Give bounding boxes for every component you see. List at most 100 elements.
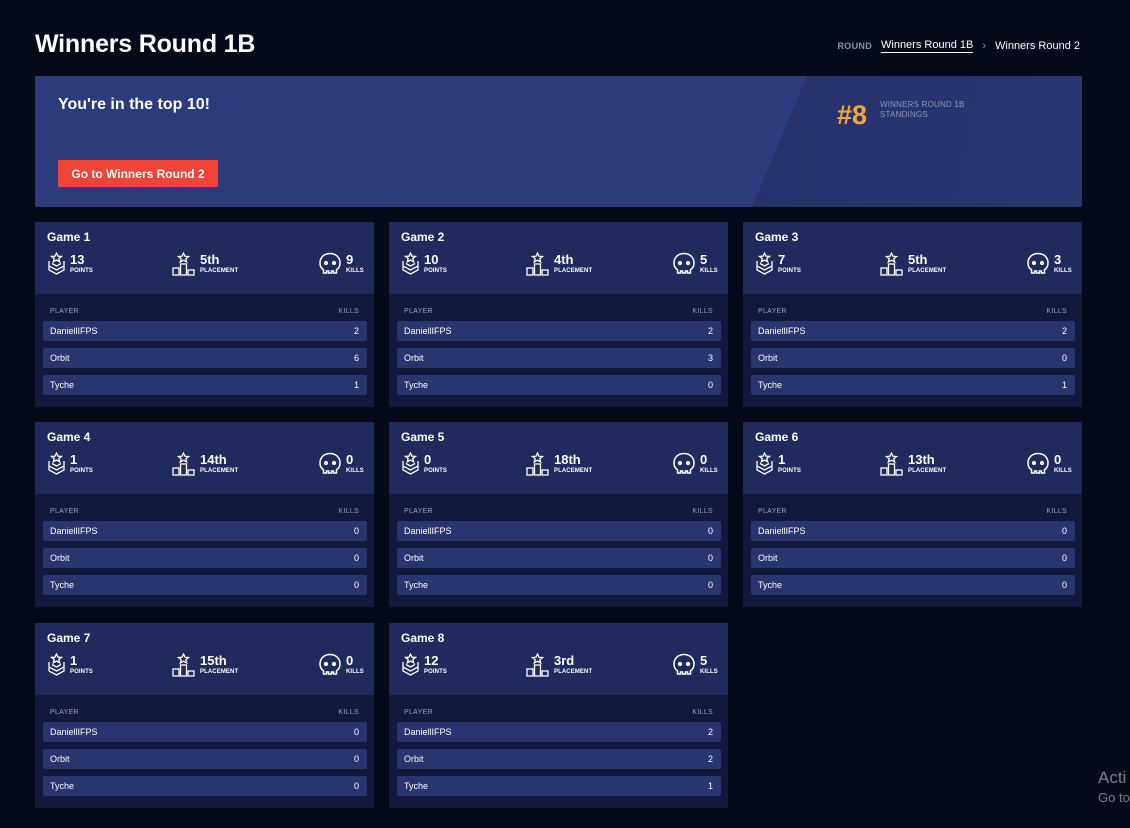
kills-label: KILLS [346,669,364,675]
placement-value: 5th [908,252,928,267]
game-card: Game 4 1 POINTS 14th PLACEMENT 0 KILLS P… [35,422,374,607]
kills-value: 0 [346,653,354,668]
chevron-rank-icon [401,653,420,677]
points-value: 7 [778,252,786,267]
points-stat: 7 POINTS [755,252,801,276]
chevron-rank-icon [755,252,774,276]
placement-value: 5th [200,252,220,267]
watermark-line2: Go to [1098,790,1130,805]
points-value: 12 [424,653,439,668]
player-table-header: PLAYER KILLS [50,508,359,515]
chevron-rank-icon [755,452,774,476]
player-name: Tyche [50,781,75,791]
player-name: DaniellIFPS [50,326,98,336]
points-label: POINTS [70,268,93,274]
player-kills: 0 [353,553,359,563]
player-kills: 6 [353,353,359,363]
kills-label: KILLS [346,268,364,274]
breadcrumb-label: ROUND [837,41,872,51]
points-label: POINTS [424,468,447,474]
player-row: Orbit 0 [43,548,367,568]
placement-value: 15th [200,653,227,668]
watermark-line1: Acti [1098,768,1127,787]
chevron-rank-icon [47,452,66,476]
podium-icon [525,252,550,276]
podium-icon [171,452,196,476]
player-name: DaniellIFPS [758,526,806,536]
podium-icon [525,653,550,677]
breadcrumb-next-round[interactable]: Winners Round 2 [995,40,1080,52]
kills-stat: 9 KILLS [318,252,364,276]
player-table-header: PLAYER KILLS [404,308,713,315]
player-kills: 0 [707,380,713,390]
points-value: 1 [778,452,786,467]
player-row: Orbit 0 [43,749,367,769]
kills-column-header: KILLS [338,308,359,315]
player-name: DaniellIFPS [50,526,98,536]
placement-label: PLACEMENT [200,669,239,675]
points-label: POINTS [70,468,93,474]
skull-icon [672,653,696,677]
player-name: DaniellIFPS [404,727,452,737]
player-row: Tyche 0 [43,575,367,595]
player-kills: 0 [353,754,359,764]
placement-value: 4th [554,252,574,267]
game-card-header: Game 6 1 POINTS 13th PLACEMENT 0 KILLS [743,422,1082,494]
points-stat: 13 POINTS [47,252,93,276]
kills-value: 9 [346,252,354,267]
breadcrumb: ROUND Winners Round 1B › Winners Round 2 [837,39,1080,53]
breadcrumb-current-round[interactable]: Winners Round 1B [881,39,974,53]
player-name: Orbit [758,353,778,363]
kills-label: KILLS [1054,268,1072,274]
player-name: Tyche [50,380,75,390]
player-kills: 0 [707,580,713,590]
kills-column-header: KILLS [1046,308,1067,315]
points-value: 1 [70,452,78,467]
player-table-header: PLAYER KILLS [404,508,713,515]
player-table-header: PLAYER KILLS [50,709,359,716]
player-name: Tyche [404,380,429,390]
player-kills: 1 [353,380,359,390]
game-card: Game 2 10 POINTS 4th PLACEMENT 5 KILLS P… [389,222,728,407]
game-title: Game 2 [401,230,445,244]
go-to-next-round-button[interactable]: Go to Winners Round 2 [58,160,218,187]
game-card: Game 7 1 POINTS 15th PLACEMENT 0 KILLS P… [35,623,374,808]
kills-stat: 3 KILLS [1026,252,1072,276]
player-row: Tyche 1 [751,375,1075,395]
player-name: DaniellIFPS [758,326,806,336]
player-row: Tyche 0 [397,375,721,395]
standings-rank-label: WINNERS ROUND 1B STANDINGS [880,100,980,120]
player-kills: 0 [353,727,359,737]
player-row: Tyche 0 [751,575,1075,595]
player-table-header: PLAYER KILLS [758,308,1067,315]
player-kills: 2 [1061,326,1067,336]
game-card: Game 3 7 POINTS 5th PLACEMENT 3 KILLS PL… [743,222,1082,407]
player-name: Orbit [404,353,424,363]
player-row: Orbit 6 [43,348,367,368]
kills-stat: 0 KILLS [1026,452,1072,476]
kills-value: 0 [1054,452,1062,467]
player-row: Orbit 0 [751,548,1075,568]
kills-stat: 5 KILLS [672,653,718,677]
player-column-header: PLAYER [50,709,79,716]
page-title: Winners Round 1B [35,30,256,58]
skull-icon [318,252,342,276]
placement-label: PLACEMENT [554,268,593,274]
kills-label: KILLS [700,669,718,675]
player-kills: 2 [707,727,713,737]
placement-value: 3rd [554,653,575,668]
podium-icon [879,452,904,476]
podium-icon [879,252,904,276]
placement-stat: 18th PLACEMENT [525,452,592,476]
player-table-header: PLAYER KILLS [404,709,713,716]
podium-icon [525,452,550,476]
kills-value: 5 [700,653,708,668]
kills-value: 0 [700,452,708,467]
points-label: POINTS [778,468,801,474]
game-title: Game 4 [47,430,91,444]
game-card-header: Game 5 0 POINTS 18th PLACEMENT 0 KILLS [389,422,728,494]
podium-icon [171,252,196,276]
player-column-header: PLAYER [404,508,433,515]
placement-stat: 13th PLACEMENT [879,452,946,476]
skull-icon [672,252,696,276]
